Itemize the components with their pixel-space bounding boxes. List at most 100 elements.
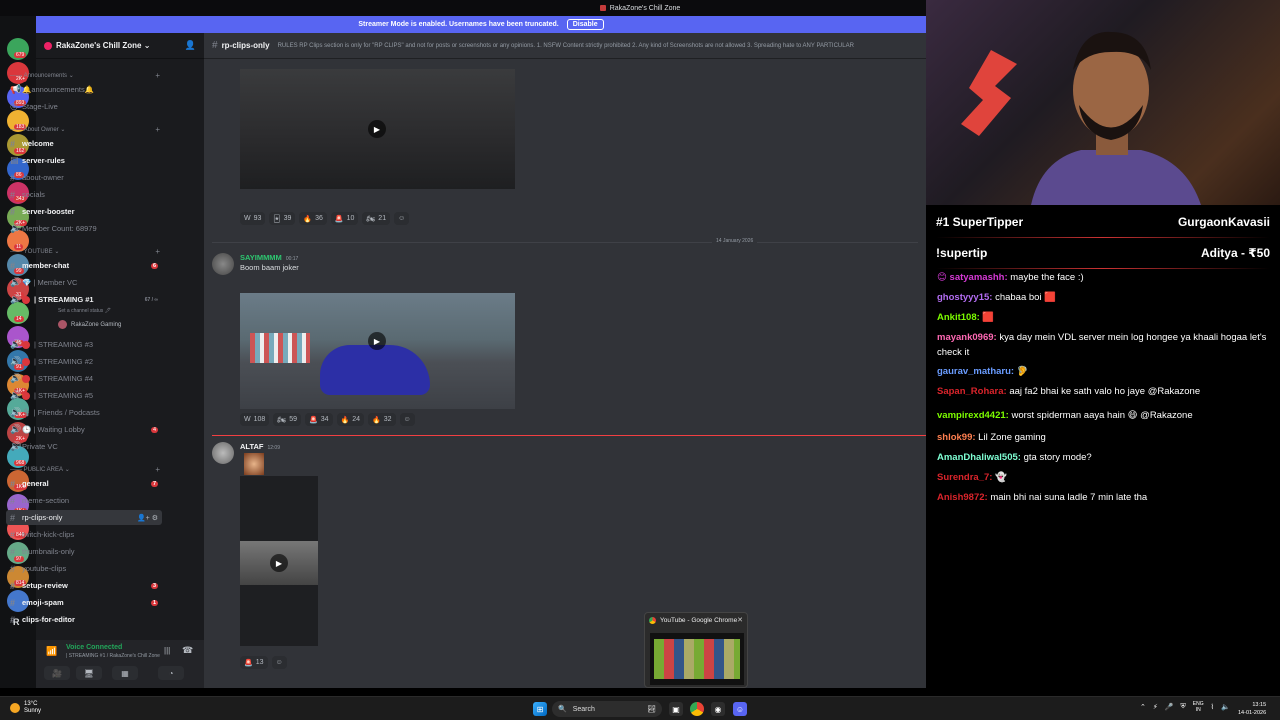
channel-topic[interactable]: RULES RP Clips section is only for "RP C…: [278, 43, 854, 49]
video-attachment[interactable]: ▶: [240, 69, 515, 189]
channel-setup-review[interactable]: # setup-review 3: [6, 578, 162, 593]
reaction-chip[interactable]: 🔥 32: [368, 413, 396, 426]
system-clock[interactable]: 13:15 14-01-2026: [1238, 701, 1266, 717]
channel-announcements[interactable]: 📢 🔔announcements🔔: [6, 82, 162, 97]
add-channel-icon[interactable]: +: [155, 247, 160, 256]
reaction-chip[interactable]: W 93: [240, 212, 266, 225]
date-divider-label: 14 January 2026: [712, 238, 758, 244]
camera-off-button[interactable]: 🎥: [44, 666, 70, 680]
channel-private-vc[interactable]: 🔊 Private VC: [6, 439, 162, 454]
channel-thumbnails-only[interactable]: # thumbnails-only: [6, 544, 162, 559]
reaction-chip[interactable]: 🚨 10: [330, 212, 359, 225]
channel-member-count[interactable]: 🔊 Member Count: 68979: [6, 221, 162, 236]
preview-thumbnail[interactable]: [650, 633, 744, 685]
noise-suppression-icon[interactable]: |||: [164, 646, 170, 655]
weather-temp: 13°C: [24, 701, 38, 707]
category-public-area[interactable]: —— PUBLIC AREA ⌄ +: [10, 465, 160, 474]
channel-member-vc[interactable]: 🔊 💎 | Member VC: [6, 275, 162, 290]
avatar[interactable]: [212, 442, 234, 464]
language-indicator[interactable]: ENG IN: [1193, 701, 1204, 713]
channel-server-rules[interactable]: ▤ server-rules: [6, 153, 162, 168]
add-channel-icon[interactable]: +: [155, 465, 160, 474]
voice-status[interactable]: Voice Connected: [66, 644, 122, 651]
add-channel-icon[interactable]: +: [155, 125, 160, 134]
avatar[interactable]: [212, 253, 234, 275]
chrome-icon: [649, 617, 656, 624]
channel-friends-podcasts[interactable]: 🔊 🎙 | Friends / Podcasts: [6, 405, 162, 420]
close-icon[interactable]: ✕: [737, 616, 743, 624]
reaction-chip[interactable]: 🃏 39: [269, 212, 296, 225]
channel-emoji-spam[interactable]: # emoji-spam 1: [6, 595, 162, 610]
add-reaction-icon[interactable]: ☺: [394, 212, 410, 225]
channel-stage-live[interactable]: ◎ Stage-Live: [6, 99, 162, 114]
message-author[interactable]: ALTAF 12:09: [240, 442, 280, 451]
wifi-icon[interactable]: ⌇: [1211, 703, 1214, 711]
reaction-emoji: 🔥: [372, 416, 381, 424]
disconnect-icon[interactable]: ☎: [182, 645, 193, 656]
voice-channel-name[interactable]: | STREAMING #1 / RakaZone's Chill Zone: [66, 653, 160, 659]
channel-waiting-lobby[interactable]: 🔊 🕒 | Waiting Lobby 4: [6, 422, 162, 437]
add-reaction-icon[interactable]: ☺: [399, 413, 415, 426]
channel-streaming-3[interactable]: 🔊 | STREAMING #3: [6, 337, 162, 352]
author-name[interactable]: SAYIMMMM: [240, 253, 282, 262]
channel-streaming-1[interactable]: 🔊 | STREAMING #1 67 / ∞: [6, 292, 162, 307]
reaction-chip[interactable]: 🏍 59: [273, 413, 301, 426]
channel-streaming-5[interactable]: 🔊 | STREAMING #5: [6, 388, 162, 403]
channel-twitch-kick-clips[interactable]: # twitch-kick-clips: [6, 527, 162, 542]
server-header[interactable]: RakaZone's Chill Zone ⌄ 👤: [36, 33, 204, 59]
task-view-icon[interactable]: ▣: [669, 702, 683, 716]
channel-member-chat[interactable]: # member-chat 6: [6, 258, 162, 273]
screen-share-button[interactable]: 🖥: [76, 666, 102, 680]
add-channel-icon[interactable]: +: [155, 71, 160, 80]
disable-streamer-mode-button[interactable]: Disable: [566, 19, 604, 30]
obs-icon[interactable]: ◉: [711, 702, 725, 716]
reaction-chip[interactable]: 🔥 36: [299, 212, 327, 225]
volume-icon[interactable]: 🔈: [1221, 703, 1230, 711]
channel-meme-section[interactable]: # meme-section: [6, 493, 162, 508]
start-icon[interactable]: ⊞: [533, 702, 547, 716]
video-attachment[interactable]: ▶: [240, 476, 318, 646]
play-icon[interactable]: ▶: [270, 554, 288, 572]
channel-youtube-clips[interactable]: # youtube-clips: [6, 561, 162, 576]
reaction-chip[interactable]: 🔥 24: [336, 413, 365, 426]
reaction-chip[interactable]: 🏍 21: [362, 212, 391, 225]
reaction-chip[interactable]: 🚨 34: [304, 413, 333, 426]
channel-server-booster[interactable]: # server-booster: [6, 204, 162, 219]
channel-rp-clips-only[interactable]: # rp-clips-only 👤+ ⚙: [6, 510, 162, 525]
channel-status[interactable]: Set a channel status 🖊: [58, 308, 111, 314]
channel-streaming-2[interactable]: 🔊 | STREAMING #2: [6, 354, 162, 369]
channel-about-owner[interactable]: # about-owner: [6, 170, 162, 185]
category-youtube[interactable]: —— YOUTUBE ⌄ +: [10, 247, 160, 256]
channel-settings-icon[interactable]: 👤+ ⚙: [137, 514, 158, 522]
mic-icon[interactable]: 🎤: [1165, 703, 1174, 711]
video-attachment[interactable]: ▶: [240, 293, 515, 409]
channel-general[interactable]: # general 7: [6, 476, 162, 491]
channel-streaming-4[interactable]: 🔊 | STREAMING #4: [6, 371, 162, 386]
discord-icon[interactable]: ☺: [733, 702, 747, 716]
channel-clips-for-editor[interactable]: # clips-for-editor: [6, 612, 162, 627]
soundboard-button[interactable]: ◔: [158, 666, 184, 680]
add-reaction-icon[interactable]: ☺: [271, 656, 287, 669]
play-icon[interactable]: ▶: [368, 332, 386, 350]
network-icon[interactable]: ⚡: [1153, 703, 1158, 711]
taskbar-window-preview[interactable]: YouTube - Google Chrome ✕: [644, 612, 748, 688]
weather-widget[interactable]: 13°C Sunny: [10, 701, 41, 715]
chrome-icon[interactable]: [690, 702, 704, 716]
message-author[interactable]: SAYIMMMM 00:17: [240, 253, 298, 262]
invite-icon[interactable]: 👤: [185, 40, 196, 51]
channel-label: 🔔announcements🔔: [22, 85, 95, 94]
category-announcements[interactable]: —— Announcements ⌄ +: [10, 71, 160, 80]
play-icon[interactable]: ▶: [368, 120, 386, 138]
voice-member[interactable]: RakaZone Gaming: [58, 320, 121, 329]
taskbar-search[interactable]: 🔍 Search 🏞: [552, 701, 662, 717]
chevron-up-icon[interactable]: ⌃: [1140, 703, 1146, 711]
channel-welcome[interactable]: # welcome: [6, 136, 162, 151]
reaction-chip[interactable]: W 108: [240, 413, 270, 426]
chat-text: aaj fa2 bhai ke sath valo ho jaye @Rakaz…: [1006, 386, 1201, 397]
reaction-chip[interactable]: 🚨 13: [240, 656, 268, 669]
author-name[interactable]: ALTAF: [240, 442, 263, 451]
shield-icon[interactable]: ⛨: [1181, 703, 1186, 711]
channel-socials[interactable]: # socials: [6, 187, 162, 202]
activities-button[interactable]: ▦: [112, 666, 138, 680]
category-about-owner[interactable]: —— About Owner ⌄ +: [10, 125, 160, 134]
